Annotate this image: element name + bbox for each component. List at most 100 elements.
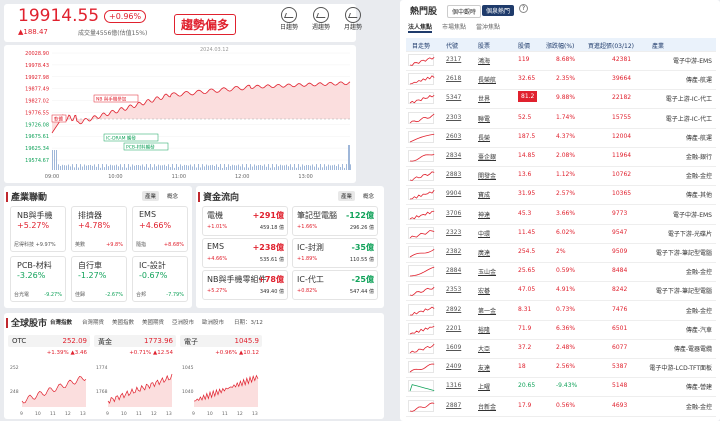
stock-name[interactable]: 第一金 xyxy=(478,306,496,315)
stock-name[interactable]: 神達 xyxy=(478,210,490,219)
tab-asia[interactable]: 亞洲股市 xyxy=(172,318,194,326)
table-row[interactable]: 2409 友達 18 2.56% 5387 電子中游-LCD-TFT面板 xyxy=(406,359,716,379)
tab-tw-index[interactable]: 台灣指數 xyxy=(50,318,72,326)
table-row[interactable]: 2317 鴻海 119 8.68% 42381 電子中游-EMS xyxy=(406,52,716,71)
stock-name[interactable]: 廣達 xyxy=(478,248,490,257)
stock-name[interactable]: 鴻海 xyxy=(478,56,490,65)
stock-code[interactable]: 2353 xyxy=(446,286,461,293)
column-header[interactable]: 代號 xyxy=(446,41,458,50)
stock-code[interactable]: 2317 xyxy=(446,56,461,63)
stock-name[interactable]: 長榮 xyxy=(478,133,490,142)
tab-us-index[interactable]: 美國指數 xyxy=(112,318,134,326)
flow-item[interactable]: 電機 +291億 +1.01% 459.18 億 xyxy=(202,206,288,236)
tab-europe[interactable]: 歐洲股市 xyxy=(202,318,224,326)
table-row[interactable]: 2884 玉山金 25.65 0.59% 8484 金融-金控 xyxy=(406,263,716,283)
stock-name[interactable]: 開發金 xyxy=(478,171,496,180)
table-row[interactable]: 2834 臺企銀 14.85 2.08% 11964 金融-銀行 xyxy=(406,148,716,167)
flow-item[interactable]: EMS +238億 +4.66% 535.61 億 xyxy=(202,238,288,268)
stock-name[interactable]: 大亞 xyxy=(478,344,490,353)
stock-name[interactable]: 裕隆 xyxy=(478,325,490,334)
table-row[interactable]: 2618 長榮航 32.65 2.35% 39664 傳產-航運 xyxy=(406,71,716,91)
sector-tab-industry[interactable]: 產業 xyxy=(142,191,160,201)
table-row[interactable]: 2883 開發金 13.6 1.12% 10762 金融-金控 xyxy=(406,167,716,187)
stock-name[interactable]: 臺企銀 xyxy=(478,152,496,161)
subtab-market[interactable]: 市場焦點 xyxy=(442,22,466,31)
table-row[interactable]: 2603 長榮 187.5 4.37% 12004 傳產-航運 xyxy=(406,129,716,148)
sector-tile[interactable]: PCB-材料 -3.26% 台光電 -9.27% xyxy=(10,256,66,302)
tab-tw-futures[interactable]: 台灣期貨 xyxy=(82,318,104,326)
tab-popular[interactable]: 個泉熱門 xyxy=(482,5,515,16)
stock-name[interactable]: 聯電 xyxy=(478,114,490,123)
stock-code[interactable]: 2834 xyxy=(446,152,461,159)
flow-item[interactable]: 筆記型電腦 -122億 +1.66% 296.26 億 xyxy=(292,206,378,236)
stock-code[interactable]: 2618 xyxy=(446,75,461,82)
sector-tile[interactable]: IC-設計 -0.67% 合邦 -7.79% xyxy=(132,256,188,302)
column-header[interactable]: 產業 xyxy=(652,41,664,50)
stock-name[interactable]: 玉山金 xyxy=(478,267,496,276)
table-row[interactable]: 9904 寶成 31.95 2.57% 10365 傳產-其他 xyxy=(406,186,716,206)
column-header[interactable]: 股價 xyxy=(518,41,530,50)
global-index-card[interactable]: 電子 1045.9 +0.96% ▲10.12 1045 1040 9 10 11 12 13 xyxy=(180,335,262,417)
stock-code[interactable]: 2303 xyxy=(446,114,461,121)
daily-trend-indicator[interactable]: 日趨勢 xyxy=(276,7,302,32)
table-row[interactable]: 3706 神達 45.3 3.66% 9773 電子中游-EMS xyxy=(406,206,716,225)
stock-code[interactable]: 2883 xyxy=(446,171,461,178)
stock-code[interactable]: 5347 xyxy=(446,94,461,101)
table-row[interactable]: 1609 大亞 37.2 2.48% 6077 傳產-電器電纜 xyxy=(406,340,716,359)
flow-item[interactable]: IC-代工 -25億 +0.82% 547.44 億 xyxy=(292,270,378,300)
stock-code[interactable]: 2382 xyxy=(446,248,461,255)
stock-code[interactable]: 2603 xyxy=(446,133,461,140)
table-row[interactable]: 2382 廣達 254.5 2% 9509 電子下游-筆記型電腦 xyxy=(406,244,716,263)
stock-code[interactable]: 2887 xyxy=(446,402,461,409)
stock-code[interactable]: 2323 xyxy=(446,229,461,236)
stock-code[interactable]: 2201 xyxy=(446,325,461,332)
table-row[interactable]: 5347 世界 81.2 9.88% 22182 電子上游-IC-代工 xyxy=(406,90,716,110)
table-row[interactable]: 2892 第一金 8.31 0.73% 7476 金融-金控 xyxy=(406,302,716,321)
stock-code[interactable]: 3706 xyxy=(446,210,461,217)
volume-bar xyxy=(60,166,61,170)
flow-item[interactable]: NB與手機零組件 +78億 +5.27% 349.40 億 xyxy=(202,270,288,300)
stock-name[interactable]: 上曜 xyxy=(478,382,490,391)
table-row[interactable]: 2353 宏碁 47.05 4.91% 8242 電子下游-筆記型電腦 xyxy=(406,282,716,302)
table-row[interactable]: 2303 聯電 52.5 1.74% 15755 電子上游-IC-代工 xyxy=(406,110,716,129)
column-header[interactable]: 漲跌幅(%) xyxy=(546,41,574,50)
table-row[interactable]: 2201 裕隆 71.9 6.36% 6501 傳產-汽車 xyxy=(406,321,716,340)
column-header[interactable]: 買進超張(03/12) xyxy=(588,41,634,50)
table-row[interactable]: 2323 中環 11.45 6.02% 9547 電子下游-光碟片 xyxy=(406,225,716,244)
global-index-card[interactable]: OTC 252.09 +1.39% ▲3.46 252 248 9 10 11 12 13 xyxy=(8,335,90,417)
sector-tile[interactable]: EMS +4.66% 隨指 +8.68% xyxy=(132,206,188,252)
sector-tile[interactable]: 自行車 -1.27% 佳歸 -2.67% xyxy=(71,256,127,302)
global-index-card[interactable]: 黃金 1773.96 +0.71% ▲12.54 1774 1768 9 10 11 12 13 xyxy=(94,335,176,417)
sector-tab-concept[interactable]: 概念 xyxy=(164,191,181,201)
sector-tile[interactable]: NB與手機 +5.27% 尼得科技 +9.97% xyxy=(10,206,66,252)
stock-code[interactable]: 9904 xyxy=(446,190,461,197)
table-row[interactable]: 2887 台新金 17.9 0.56% 4693 金融-金控 xyxy=(406,398,716,417)
column-header[interactable]: 股票 xyxy=(478,41,490,50)
column-header[interactable]: 目走勢 xyxy=(412,41,430,50)
tab-realtime[interactable]: 個中觀時 xyxy=(447,5,482,18)
weekly-trend-indicator[interactable]: 週趨勢 xyxy=(308,7,334,32)
tab-us-futures[interactable]: 美國期貨 xyxy=(142,318,164,326)
monthly-trend-indicator[interactable]: 月趨勢 xyxy=(340,7,366,32)
stock-code[interactable]: 2884 xyxy=(446,267,461,274)
stock-name[interactable]: 台新金 xyxy=(478,402,496,411)
table-row[interactable]: 1316 上曜 20.65 -9.43% 5148 傳產-營建 xyxy=(406,378,716,398)
help-icon[interactable]: ? xyxy=(519,4,528,13)
stock-code[interactable]: 1609 xyxy=(446,344,461,351)
stock-name[interactable]: 中環 xyxy=(478,229,490,238)
flow-tab-industry[interactable]: 產業 xyxy=(338,191,356,201)
stock-name[interactable]: 寶成 xyxy=(478,190,490,199)
flow-item[interactable]: IC-封測 -35億 +1.89% 110.55 億 xyxy=(292,238,378,268)
flow-tab-concept[interactable]: 概念 xyxy=(360,191,377,201)
stock-name[interactable]: 長榮航 xyxy=(478,75,496,84)
subtab-institutional[interactable]: 法人焦點 xyxy=(408,22,433,33)
stock-name[interactable]: 宏碁 xyxy=(478,286,490,295)
stock-code[interactable]: 1316 xyxy=(446,382,461,389)
subtab-daytrade[interactable]: 當沖焦點 xyxy=(476,22,500,31)
stock-code[interactable]: 2892 xyxy=(446,306,461,313)
sector-tile[interactable]: 排擠器 +4.78% 英數 +9.8% xyxy=(71,206,127,252)
stock-name[interactable]: 友達 xyxy=(478,363,490,372)
x-tick-label: 13:00 xyxy=(298,174,312,180)
stock-name[interactable]: 世界 xyxy=(478,94,490,103)
stock-code[interactable]: 2409 xyxy=(446,363,461,370)
